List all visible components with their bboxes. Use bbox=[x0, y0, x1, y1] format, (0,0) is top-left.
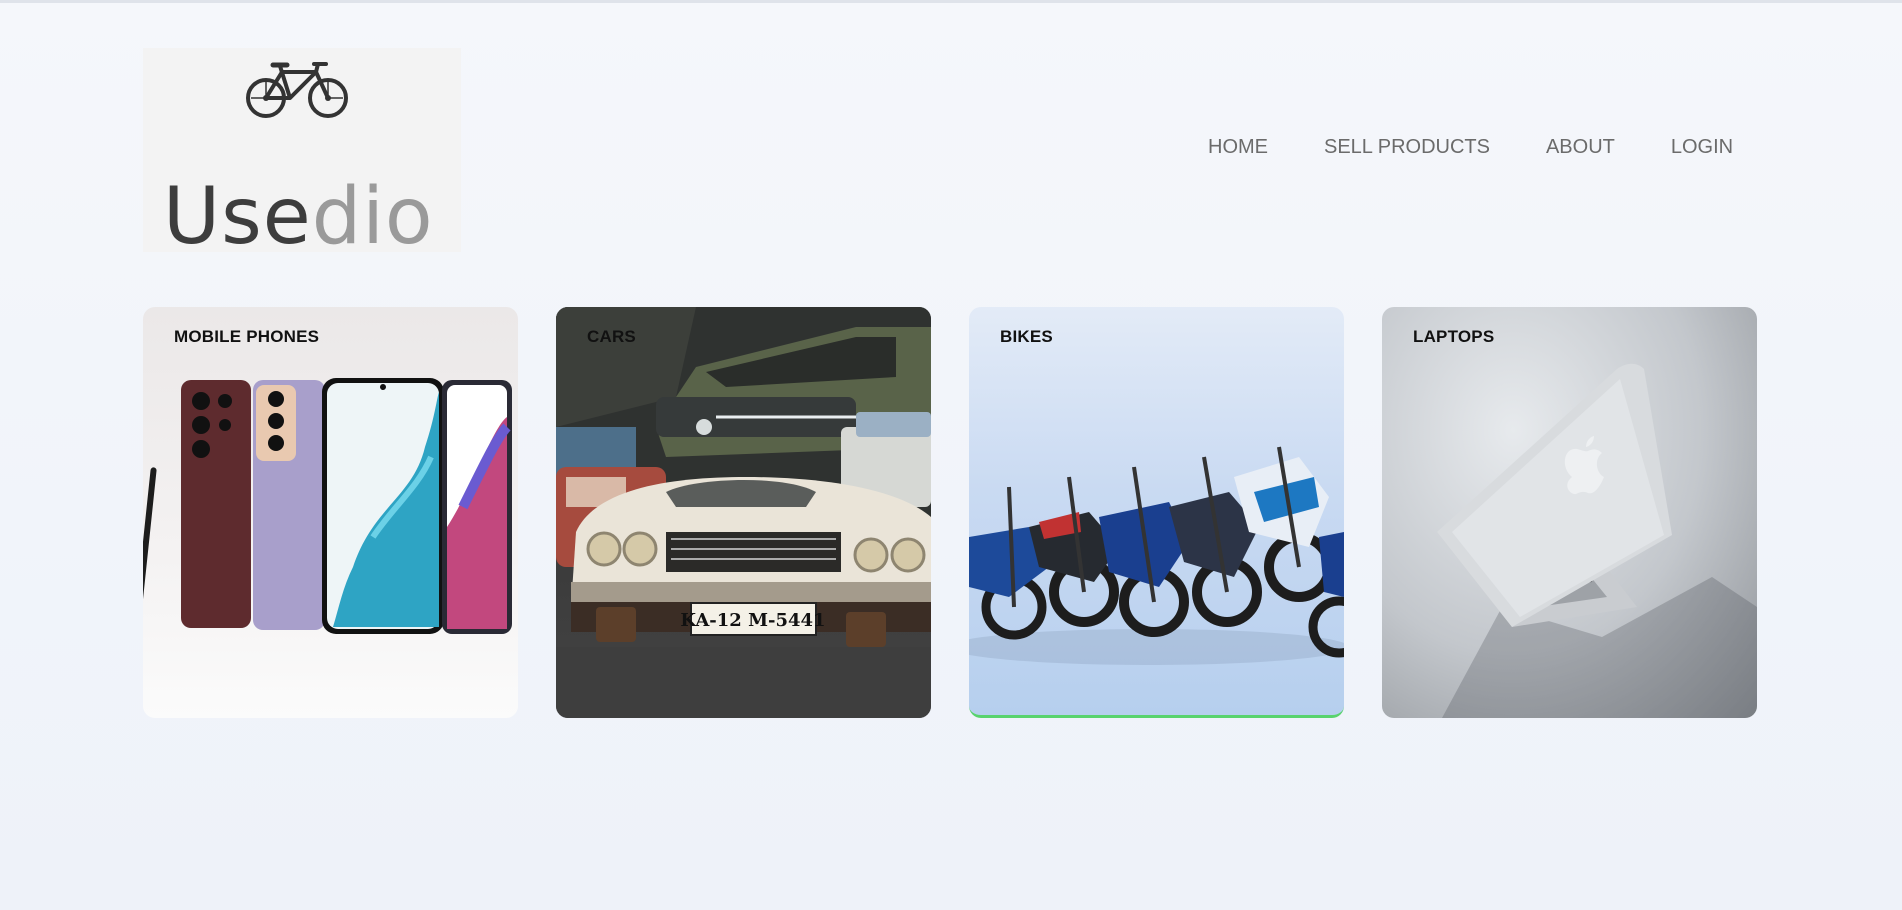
category-title: MOBILE PHONES bbox=[174, 327, 320, 346]
main-nav: HOME SELL PRODUCTS ABOUT LOGIN bbox=[1208, 136, 1733, 159]
phones-image bbox=[143, 378, 512, 634]
category-card-bikes[interactable]: BIKES bbox=[969, 307, 1344, 718]
nav-sell-products[interactable]: SELL PRODUCTS bbox=[1324, 136, 1490, 159]
category-card-mobile-phones[interactable]: MOBILE PHONES bbox=[143, 307, 518, 718]
top-divider bbox=[0, 0, 1902, 3]
category-card-laptops[interactable]: LAPTOPS bbox=[1382, 307, 1757, 718]
nav-home[interactable]: HOME bbox=[1208, 136, 1268, 159]
brand-wordmark: Usedio bbox=[163, 178, 434, 256]
laptops-image bbox=[1437, 363, 1757, 718]
category-title: CARS bbox=[587, 327, 636, 346]
category-card-cars[interactable]: KA-12 M-5441 alamy CARS bbox=[556, 307, 931, 718]
license-plate-text: KA-12 M-5441 bbox=[680, 610, 825, 631]
brand-name-part2: dio bbox=[311, 172, 434, 262]
category-title: BIKES bbox=[1000, 327, 1053, 346]
category-title: LAPTOPS bbox=[1413, 327, 1495, 346]
brand-logo[interactable]: Usedio bbox=[143, 48, 461, 256]
cars-image: KA-12 M-5441 alamy bbox=[556, 307, 931, 718]
page: Usedio HOME SELL PRODUCTS ABOUT LOGIN MO… bbox=[0, 0, 1902, 910]
nav-about[interactable]: ABOUT bbox=[1546, 136, 1615, 159]
brand-name-part1: Use bbox=[163, 172, 312, 262]
category-grid: MOBILE PHONES KA-12 M-5441 CARS BIKES LA… bbox=[143, 307, 1757, 718]
bicycle-icon bbox=[246, 62, 348, 118]
bikes-image bbox=[969, 446, 1344, 665]
nav-login[interactable]: LOGIN bbox=[1671, 136, 1733, 159]
